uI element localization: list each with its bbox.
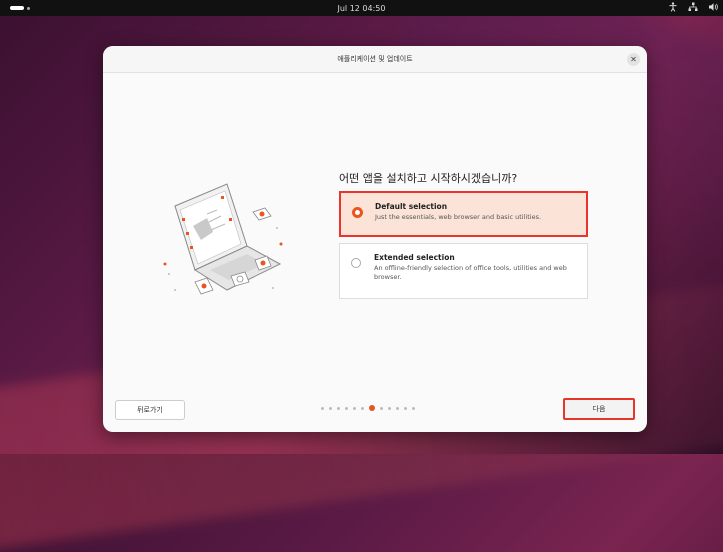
network-icon[interactable]: [688, 2, 698, 12]
radio-unselected-icon[interactable]: [351, 258, 361, 268]
accessibility-icon[interactable]: [668, 2, 678, 12]
close-icon: ✕: [630, 55, 637, 64]
system-tray[interactable]: [668, 2, 719, 12]
option-description: Just the essentials, web browser and bas…: [375, 213, 542, 221]
close-button[interactable]: ✕: [627, 53, 640, 66]
page-dot: [321, 406, 324, 410]
page-dot: [380, 406, 383, 410]
question-heading: 어떤 앱을 설치하고 시작하시겠습니까?: [339, 172, 518, 185]
page-dot: [353, 406, 356, 410]
page-dot: [345, 406, 348, 410]
app-tile-icon: [252, 207, 272, 221]
volume-icon[interactable]: [708, 2, 719, 12]
option-title: Extended selection: [374, 253, 455, 262]
dialog-header: 애플리케이션 및 업데이트: [103, 46, 647, 73]
page-dot-active: [369, 405, 375, 411]
page-dot: [396, 406, 399, 410]
next-button[interactable]: 다음: [563, 398, 635, 420]
top-bar: Jul 12 04:50: [0, 0, 723, 16]
page-dot: [329, 406, 332, 410]
app-tile-icon: [194, 277, 214, 295]
workspace-dot-icon: [27, 6, 30, 10]
page-dot: [337, 406, 340, 410]
clock[interactable]: Jul 12 04:50: [338, 4, 386, 13]
page-dot: [388, 406, 391, 410]
apps-illustration: [163, 183, 283, 295]
radio-selected-icon[interactable]: [352, 207, 363, 218]
option-description: An offline-friendly selection of office …: [374, 264, 567, 281]
page-dot: [404, 406, 407, 410]
dialog-title: 애플리케이션 및 업데이트: [337, 55, 413, 63]
option-extended-selection[interactable]: Extended selection An offline-friendly s…: [339, 243, 588, 299]
page-indicator: [321, 405, 415, 411]
option-default-selection[interactable]: Default selection Just the essentials, w…: [339, 191, 588, 237]
option-title: Default selection: [375, 202, 448, 211]
page-dot: [412, 406, 415, 410]
workspace-indicator-icon: [10, 6, 24, 10]
installer-dialog: 애플리케이션 및 업데이트 ✕ 어떤 앱을 설치하고 시작하시겠습니까? Def…: [103, 46, 647, 432]
page-dot: [361, 406, 364, 410]
back-button[interactable]: 뒤로가기: [115, 400, 185, 420]
activities-button[interactable]: [10, 6, 30, 10]
laptop-icon: [174, 183, 282, 291]
